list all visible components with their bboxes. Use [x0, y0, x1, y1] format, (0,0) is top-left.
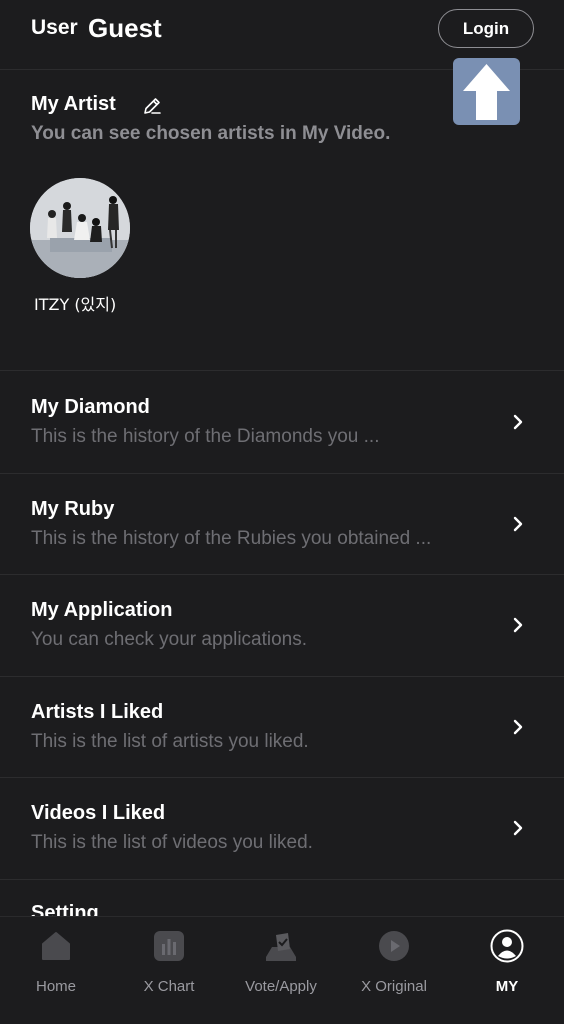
menu-item-title: My Application — [31, 599, 173, 621]
menu-item-subtitle: This is the list of artists you liked. — [31, 730, 309, 752]
menu-item-subtitle: This is the list of videos you liked. — [31, 832, 313, 853]
menu-item-my-application[interactable]: My Application You can check your applic… — [0, 575, 564, 677]
profile-icon — [490, 929, 524, 963]
user-name: Guest — [88, 13, 162, 43]
menu-item-title: Artists I Liked — [31, 700, 164, 723]
bottom-tab-bar: Home X Chart Vote/Apply X Original MY — [0, 916, 564, 1024]
my-artist-subtitle: You can see chosen artists in My Video. — [31, 123, 391, 144]
tab-label: MY — [495, 978, 519, 995]
chevron-right-icon — [513, 414, 523, 430]
user-label: User — [31, 16, 78, 39]
my-page: User Guest Login My Artist You can see c… — [0, 0, 564, 1024]
pencil-icon[interactable] — [141, 95, 163, 117]
my-artist-title: My Artist — [31, 93, 116, 115]
chevron-right-icon — [513, 719, 523, 734]
play-icon — [379, 931, 409, 961]
menu-item-my-diamond[interactable]: My Diamond This is the history of the Di… — [0, 372, 564, 474]
menu-item-title: Videos I Liked — [31, 802, 166, 824]
menu-list: My Diamond This is the history of the Di… — [0, 372, 564, 880]
menu-item-subtitle: This is the history of the Diamonds you … — [31, 426, 380, 447]
menu-item-subtitle: This is the history of the Rubies you ob… — [31, 527, 432, 549]
menu-item-videos-liked[interactable]: Videos I Liked This is the list of video… — [0, 778, 564, 880]
tab-label: X Original — [361, 978, 427, 995]
menu-item-setting[interactable]: Setting — [0, 880, 564, 920]
tab-label: Vote/Apply — [245, 978, 317, 995]
tab-home[interactable]: Home — [0, 917, 112, 1024]
artist-name: ITZY (있지) — [34, 295, 117, 314]
artist-avatar[interactable] — [30, 178, 130, 278]
tab-vote-apply[interactable]: Vote/Apply — [225, 917, 337, 1024]
menu-item-title: My Diamond — [31, 396, 150, 418]
chart-icon — [154, 931, 184, 961]
tab-my[interactable]: MY — [451, 917, 563, 1024]
chevron-right-icon — [513, 516, 523, 531]
chevron-right-icon — [513, 820, 523, 836]
chevron-right-icon — [513, 617, 523, 633]
menu-item-title: My Ruby — [31, 497, 115, 520]
menu-item-my-ruby[interactable]: My Ruby This is the history of the Rubie… — [0, 474, 564, 575]
login-button[interactable]: Login — [438, 9, 534, 48]
tab-label: Home — [35, 978, 76, 995]
menu-item-subtitle: You can check your applications. — [31, 629, 308, 650]
my-artist-section: My Artist You can see chosen artists in … — [0, 71, 564, 371]
vote-icon — [266, 933, 296, 961]
menu-item-artists-liked[interactable]: Artists I Liked This is the list of arti… — [0, 677, 564, 778]
tab-x-original[interactable]: X Original — [338, 917, 450, 1024]
tab-x-chart[interactable]: X Chart — [113, 917, 225, 1024]
tab-label: X Chart — [143, 978, 195, 995]
home-icon — [42, 932, 70, 960]
